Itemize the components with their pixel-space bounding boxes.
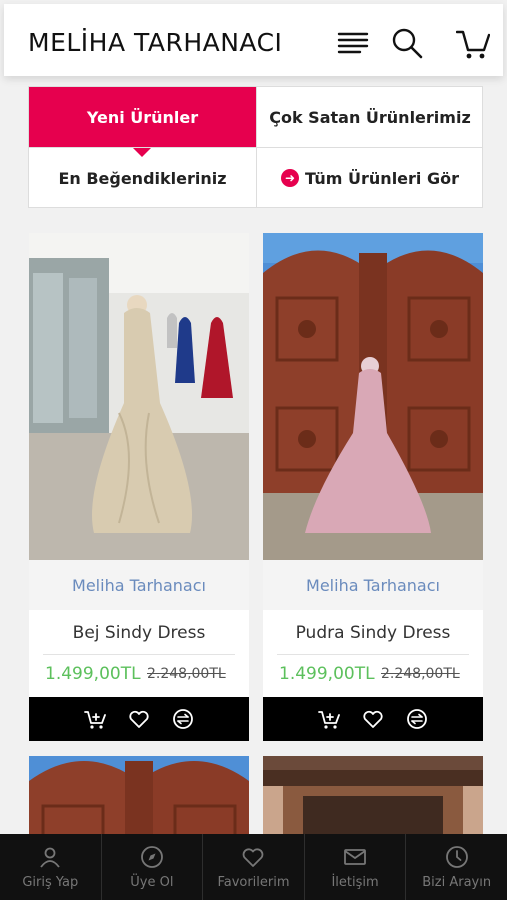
add-to-cart-icon[interactable] xyxy=(318,708,340,730)
compare-icon[interactable] xyxy=(406,708,428,730)
product-card[interactable] xyxy=(29,756,249,846)
product-card[interactable] xyxy=(263,756,483,846)
top-header: MELİHA TARHANACI xyxy=(4,4,503,76)
nav-favorites[interactable]: Favorilerim xyxy=(203,834,305,900)
clock-icon xyxy=(445,845,468,868)
tab-most-liked-label: En Beğendikleriniz xyxy=(58,168,227,188)
bottom-navigation: Giriş Yap Üye Ol Favorilerim İletişim Bi… xyxy=(0,834,507,900)
add-to-cart-icon[interactable] xyxy=(84,708,106,730)
product-tabs: Yeni Ürünler Çok Satan Ürünlerimiz En Be… xyxy=(28,86,483,208)
nav-call-us-label: Bizi Arayın xyxy=(422,874,492,890)
heart-icon[interactable] xyxy=(128,708,150,730)
nav-contact[interactable]: İletişim xyxy=(305,834,407,900)
see-all-products-link[interactable]: ➜ Tüm Ürünleri Gör xyxy=(257,148,483,208)
tab-new-products[interactable]: Yeni Ürünler xyxy=(29,87,256,157)
nav-register[interactable]: Üye Ol xyxy=(102,834,204,900)
brand-logo[interactable]: MELİHA TARHANACI xyxy=(28,28,282,57)
product-brand[interactable]: Meliha Tarhanacı xyxy=(29,560,249,610)
product-price: 1.499,00TL xyxy=(279,664,375,684)
nav-login[interactable]: Giriş Yap xyxy=(0,834,102,900)
user-icon xyxy=(40,847,61,868)
product-old-price: 2.248,00TL xyxy=(381,666,460,682)
tab-most-liked[interactable]: En Beğendikleriniz xyxy=(29,148,256,208)
card-divider xyxy=(43,654,235,655)
card-divider xyxy=(277,654,469,655)
nav-register-label: Üye Ol xyxy=(130,874,174,890)
product-card[interactable]: Meliha Tarhanacı Bej Sindy Dress 1.499,0… xyxy=(29,233,249,741)
see-all-label: Tüm Ürünleri Gör xyxy=(305,168,459,188)
product-image[interactable] xyxy=(263,233,483,560)
heart-icon xyxy=(243,847,264,867)
cart-icon[interactable] xyxy=(455,26,491,60)
search-icon[interactable] xyxy=(390,26,424,60)
heart-icon[interactable] xyxy=(362,708,384,730)
product-name[interactable]: Pudra Sindy Dress xyxy=(263,617,483,649)
tab-best-sellers[interactable]: Çok Satan Ürünlerimiz xyxy=(257,87,483,147)
mail-icon xyxy=(344,848,366,865)
nav-contact-label: İletişim xyxy=(331,874,379,890)
nav-login-label: Giriş Yap xyxy=(22,874,79,890)
product-actions xyxy=(263,697,483,741)
product-image[interactable] xyxy=(29,233,249,560)
nav-favorites-label: Favorilerim xyxy=(217,874,290,890)
product-actions xyxy=(29,697,249,741)
arrow-right-icon: ➜ xyxy=(281,169,299,187)
product-name[interactable]: Bej Sindy Dress xyxy=(29,617,249,649)
product-image[interactable] xyxy=(263,756,483,846)
tab-divider-horizontal xyxy=(29,147,482,148)
compare-icon[interactable] xyxy=(172,708,194,730)
product-price: 1.499,00TL xyxy=(45,664,141,684)
product-image[interactable] xyxy=(29,756,249,846)
nav-call-us[interactable]: Bizi Arayın xyxy=(406,834,507,900)
product-card[interactable]: Meliha Tarhanacı Pudra Sindy Dress 1.499… xyxy=(263,233,483,741)
menu-icon[interactable] xyxy=(336,26,370,60)
tab-best-sellers-label: Çok Satan Ürünlerimiz xyxy=(269,107,471,127)
product-brand[interactable]: Meliha Tarhanacı xyxy=(263,560,483,610)
compass-icon xyxy=(140,845,163,868)
tab-new-products-label: Yeni Ürünler xyxy=(86,107,199,127)
product-old-price: 2.248,00TL xyxy=(147,666,226,682)
